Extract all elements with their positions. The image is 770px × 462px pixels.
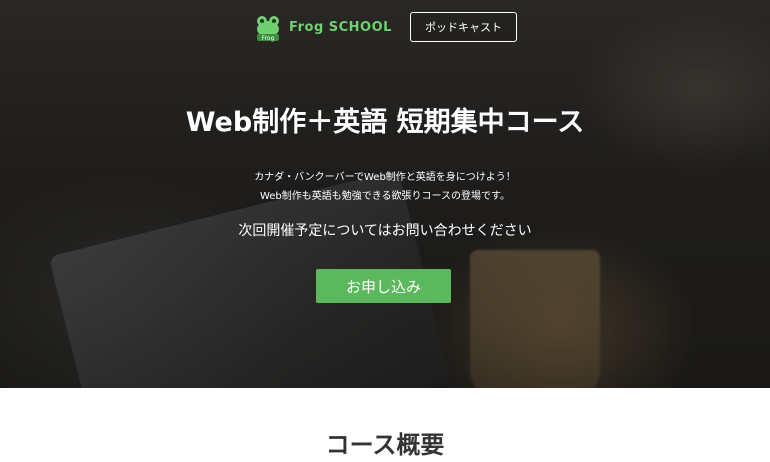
hero-section: Frog Frog SCHOOL ポッドキャスト Web制作＋英語 短期集中コー… bbox=[0, 0, 770, 388]
page-title: Web制作＋英語 短期集中コース bbox=[185, 107, 585, 138]
podcast-button[interactable]: ポッドキャスト bbox=[409, 12, 517, 42]
logo-link[interactable]: Frog Frog SCHOOL bbox=[253, 12, 392, 42]
logo-badge-text: Frog bbox=[262, 35, 275, 42]
site-header: Frog Frog SCHOOL ポッドキャスト bbox=[0, 10, 770, 44]
course-overview-heading: コース概要 bbox=[325, 431, 445, 459]
description-line-1: カナダ・バンクーバーでWeb制作と英語を身につけよう！ bbox=[254, 172, 516, 183]
logo-text: Frog SCHOOL bbox=[289, 19, 392, 35]
schedule-notice: 次回開催予定についてはお問い合わせください bbox=[238, 223, 532, 239]
hero-description: カナダ・バンクーバーでWeb制作と英語を身につけよう！ Web制作も英語も勉強で… bbox=[0, 168, 770, 206]
description-line-2: Web制作も英語も勉強できる欲張りコースの登場です。 bbox=[259, 191, 511, 202]
frog-icon: Frog bbox=[257, 16, 280, 42]
apply-button[interactable]: お申し込み bbox=[316, 269, 451, 303]
